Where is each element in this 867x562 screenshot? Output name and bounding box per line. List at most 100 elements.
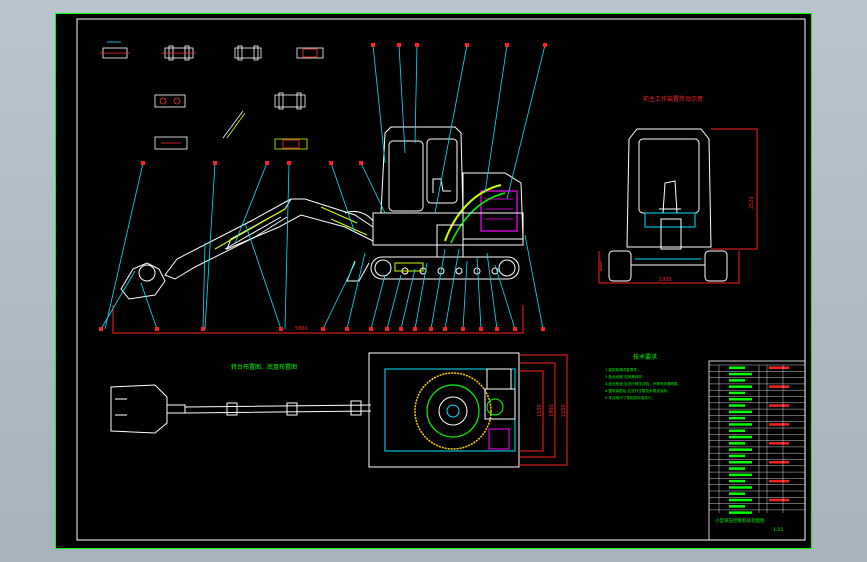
leader-line: [397, 43, 406, 154]
notes-line: 4.整机装配后 应进行空载及负载试运转。: [605, 388, 671, 393]
balloon-icon: [279, 327, 283, 331]
title-block: 小型液压挖掘机总装配图 1:15: [708, 360, 806, 541]
balloon-icon: [329, 161, 333, 165]
bom-cell-mark: [729, 505, 745, 508]
balloon-icon: [479, 327, 483, 331]
balloon-icon: [385, 327, 389, 331]
cab-outline: [380, 126, 464, 214]
pin-detail-icon: [274, 138, 308, 150]
leader-line: [369, 274, 386, 331]
technical-notes: 技术要求 1.装配前清洗各零件。 2.各运动副 应润滑良好。 3.液压系统 应进行耐…: [605, 353, 681, 400]
leader-line: [524, 234, 545, 331]
pin-detail-group: [100, 41, 324, 150]
leader-line: [329, 161, 356, 234]
leader-line: [140, 282, 159, 331]
front-height-dim: [711, 128, 758, 250]
drawing-title: 小型液压挖掘机总装配图: [715, 517, 765, 524]
balloon-icon: [461, 327, 465, 331]
boom: [226, 198, 374, 250]
balloon-icon: [541, 327, 545, 331]
notes-line: 1.装配前清洗各零件。: [605, 367, 641, 372]
bom-cell-mark: [769, 404, 789, 407]
balloon-icon: [443, 327, 447, 331]
bom-cell-mark: [729, 486, 752, 489]
bom-cell-mark: [729, 454, 745, 458]
leader-line: [345, 252, 366, 331]
notes-line: 2.各运动副 应润滑良好。: [605, 374, 646, 379]
bom-cell-mark: [729, 385, 752, 388]
bom-cell-mark: [729, 372, 752, 376]
bom-cell-mark: [729, 429, 745, 432]
balloon-icon: [399, 327, 403, 331]
leader-line: [399, 268, 416, 331]
cab-window-front: [388, 140, 424, 212]
bom-cell-mark: [769, 366, 789, 369]
excavator-side-view: 5860: [112, 126, 524, 334]
engine-hood: [462, 172, 524, 240]
leader-line: [321, 262, 356, 331]
bom-cell-mark: [769, 442, 789, 445]
cab-window-side: [426, 138, 458, 204]
balloon-icon: [513, 327, 517, 331]
plan-dimensions: [519, 354, 568, 466]
leader-line: [371, 43, 386, 164]
bom-cell-mark: [729, 467, 745, 470]
leader-line: [429, 248, 446, 331]
drawing-scale: 1:15: [773, 527, 783, 533]
bom-cell-mark: [729, 448, 752, 451]
leader-line: [414, 43, 419, 144]
bom-cell-mark: [729, 366, 745, 369]
bom-cell-mark: [729, 492, 745, 495]
balloon-icon: [321, 327, 325, 331]
notes-lines: 1.装配前清洗各零件。 2.各运动副 应润滑良好。 3.液压系统 应进行耐压试验，不…: [605, 367, 681, 400]
bom-cell-mark: [729, 379, 745, 382]
svg-text:1960: 1960: [549, 404, 555, 417]
balloon-icon: [543, 43, 547, 47]
balloon-icon: [397, 43, 401, 47]
pin-detail-diagonal: [222, 110, 244, 139]
leader-lines: [99, 43, 547, 331]
balloon-icon: [429, 327, 433, 331]
notes-line: 3.液压系统 应进行耐压试验，不得有渗漏现象。: [605, 381, 681, 386]
leader-line: [99, 270, 136, 331]
leader-line: [244, 222, 283, 331]
pin-detail-icon: [162, 45, 196, 61]
pin-detail-icon: [100, 41, 130, 59]
balloon-icon: [465, 43, 469, 47]
pin-detail-icon: [296, 47, 324, 59]
bom-table: [709, 364, 805, 514]
bucket: [120, 262, 166, 300]
svg-text:1500: 1500: [537, 404, 543, 417]
leader-line: [201, 242, 206, 331]
notes-line: 5.未注明尺寸按相关标准执行。: [605, 395, 655, 400]
leader-line: [359, 161, 386, 214]
pin-detail-icon: [234, 45, 262, 61]
pin-detail-icon: [154, 94, 186, 108]
dozer-blade: [346, 260, 370, 282]
bom-cell-mark: [729, 479, 745, 483]
bom-cell-mark: [769, 498, 789, 502]
leader-line: [234, 161, 269, 244]
bom-cell-mark: [729, 398, 752, 401]
pin-detail-icon: [274, 92, 306, 110]
leader-line: [413, 262, 428, 331]
leader-line: [204, 161, 217, 330]
leader-line: [484, 43, 509, 194]
svg-text:2200: 2200: [561, 404, 567, 417]
swing-bearing: [414, 372, 492, 450]
balloon-icon: [415, 43, 419, 47]
bom-cell-mark: [729, 416, 745, 420]
sheet-outer-frame: [55, 13, 812, 549]
leader-line: [506, 43, 547, 200]
leader-line: [476, 256, 483, 331]
bom-cell-mark: [729, 404, 745, 407]
balloon-icon: [213, 161, 217, 165]
leader-line: [385, 274, 402, 331]
front-cab: [626, 128, 712, 248]
svg-text:1920: 1920: [659, 277, 672, 283]
balloon-icon: [265, 161, 269, 165]
bom-cell-mark: [729, 511, 752, 514]
bom-cell-mark: [729, 498, 752, 502]
cab-panel-magenta: [480, 190, 518, 232]
notes-title: 技术要求: [633, 353, 657, 361]
